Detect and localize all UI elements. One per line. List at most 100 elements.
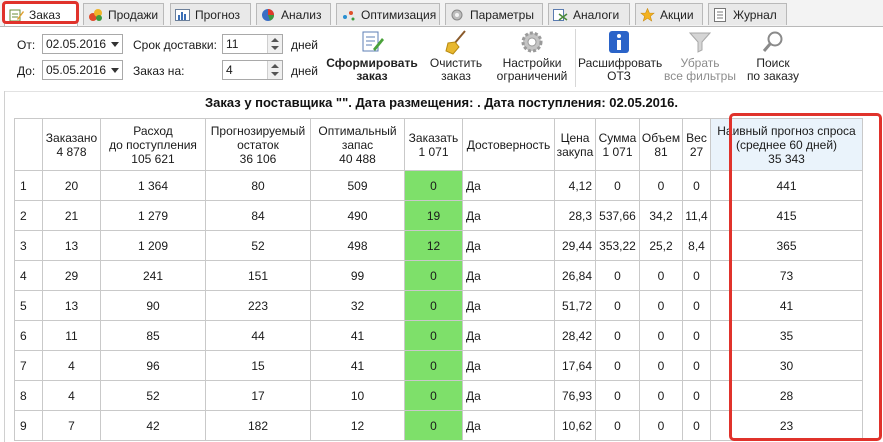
table-cell: 44 [205, 320, 311, 351]
table-row[interactable]: 8 4 52 17 10 0 Да 76,93 0 0 0 28 [14, 380, 863, 411]
table-cell: 415 [710, 200, 863, 231]
forecast-chart-icon [175, 8, 190, 22]
table-row[interactable]: 1 20 1 364 80 509 0 Да 4,12 0 0 0 441 [14, 170, 863, 201]
column-header[interactable]: Вес 27 [682, 118, 711, 171]
row-number-cell: 1 [14, 170, 43, 201]
table-cell: 26,84 [554, 260, 596, 291]
tab-forecast[interactable]: Прогноз [170, 3, 251, 25]
table-cell: 0 [639, 380, 683, 411]
table-cell: 23 [710, 410, 863, 441]
table-row[interactable]: 6 11 85 44 41 0 Да 28,42 0 0 0 35 [14, 320, 863, 351]
table-cell[interactable]: 0 [404, 170, 463, 201]
table-cell: 0 [639, 290, 683, 321]
table-cell: Да [462, 260, 555, 291]
column-title: Заказать [408, 130, 459, 145]
row-number-header [14, 118, 43, 171]
clear-order-button[interactable]: Очистить заказ [424, 29, 488, 87]
table-cell: 441 [710, 170, 863, 201]
table-cell: 0 [639, 320, 683, 351]
table-cell: 0 [639, 410, 683, 441]
row-number-cell: 9 [14, 410, 43, 441]
tab-parameters[interactable]: Параметры [445, 3, 543, 25]
table-cell[interactable]: 0 [404, 380, 463, 411]
to-date-combo[interactable]: 05.05.2016 [42, 60, 123, 80]
chevron-down-icon [111, 68, 119, 73]
table-cell: 52 [100, 380, 206, 411]
table-cell: 41 [310, 320, 405, 351]
table-cell: 0 [595, 350, 640, 381]
table-cell: 32 [310, 290, 405, 321]
table-row[interactable]: 3 13 1 209 52 498 12 Да 29,44 353,22 25,2 8,4 365 [14, 230, 863, 261]
tab-analogs[interactable]: Аналоги [548, 3, 630, 25]
table-cell: 17,64 [554, 350, 596, 381]
to-label: До: [17, 64, 36, 78]
table-cell: Да [462, 350, 555, 381]
table-cell: 21 [42, 200, 101, 231]
decode-otz-button[interactable]: Расшифровать ОТЗ [578, 29, 662, 87]
table-cell: 73 [710, 260, 863, 291]
table-cell: 1 364 [100, 170, 206, 201]
delivery-days-stepper[interactable]: 11 [222, 34, 283, 54]
column-title: до поступления [109, 137, 197, 152]
stepper-buttons[interactable] [267, 61, 282, 79]
table-cell[interactable]: 0 [404, 290, 463, 321]
table-cell: 13 [42, 290, 101, 321]
tab-journal[interactable]: Журнал [708, 3, 787, 25]
form-order-button[interactable]: Сформировать заказ [325, 29, 419, 87]
table-cell: 52 [205, 230, 311, 261]
limits-settings-button[interactable]: Настройки ограничений [493, 29, 571, 87]
table-row[interactable]: 7 4 96 15 41 0 Да 17,64 0 0 0 30 [14, 350, 863, 381]
search-order-button[interactable]: Поиск по заказу [741, 29, 805, 87]
column-header[interactable]: Расход до поступления 105 621 [100, 118, 206, 171]
table-cell: 0 [682, 410, 711, 441]
table-row[interactable]: 4 29 241 151 99 0 Да 26,84 0 0 0 73 [14, 260, 863, 291]
column-header[interactable]: Объем 81 [639, 118, 683, 171]
column-header[interactable]: Цена закупа [554, 118, 596, 171]
table-cell: 0 [639, 260, 683, 291]
table-cell: Да [462, 290, 555, 321]
toolbar: От: 02.05.2016 До: 05.05.2016 Срок доста… [0, 27, 883, 91]
table-cell: 0 [595, 410, 640, 441]
stepper-buttons[interactable] [267, 35, 282, 53]
order-for-days-stepper[interactable]: 4 [222, 60, 283, 80]
column-header[interactable]: Оптимальный запас 40 488 [310, 118, 405, 171]
order-grid: Заказано 4 878 Расход до поступления 105 621… [14, 118, 863, 441]
table-cell: 8,4 [682, 230, 711, 261]
tab-promotions[interactable]: Акции [635, 3, 703, 25]
tab-sales[interactable]: Продажи [83, 3, 164, 25]
table-row[interactable]: 9 7 42 182 12 0 Да 10,62 0 0 0 23 [14, 410, 863, 441]
table-cell[interactable]: 0 [404, 410, 463, 441]
table-row[interactable]: 2 21 1 279 84 490 19 Да 28,3 537,66 34,2 11,4 415 [14, 200, 863, 231]
column-total: 40 488 [339, 151, 376, 166]
table-cell[interactable]: 12 [404, 230, 463, 261]
table-cell: 353,22 [595, 230, 640, 261]
table-cell[interactable]: 19 [404, 200, 463, 231]
pie-chart-icon [261, 8, 276, 22]
table-cell[interactable]: 0 [404, 320, 463, 351]
tab-order[interactable]: Заказ [4, 2, 78, 26]
table-cell: Да [462, 230, 555, 261]
remove-filters-button[interactable]: Убрать все фильтры [664, 29, 736, 87]
column-header[interactable]: Сумма 1 071 [595, 118, 640, 171]
table-row[interactable]: 5 13 90 223 32 0 Да 51,72 0 0 0 41 [14, 290, 863, 321]
column-total: 36 106 [239, 151, 277, 166]
table-cell[interactable]: 0 [404, 260, 463, 291]
table-cell: 490 [310, 200, 405, 231]
column-header[interactable]: Заказать 1 071 [404, 118, 463, 171]
table-cell: 28,3 [554, 200, 596, 231]
table-cell: 0 [595, 380, 640, 411]
table-cell[interactable]: 0 [404, 350, 463, 381]
from-date-combo[interactable]: 02.05.2016 [42, 34, 123, 54]
tab-analysis[interactable]: Анализ [256, 3, 331, 25]
chevron-down-icon [111, 42, 119, 47]
column-header[interactable]: Прогнозируемый остаток 36 106 [205, 118, 311, 171]
tab-optimization[interactable]: Оптимизация [336, 3, 440, 25]
table-cell: 0 [682, 290, 711, 321]
column-header[interactable]: Наивный прогноз спроса (среднее 60 дней) 3… [710, 118, 863, 171]
search-icon [760, 29, 786, 55]
analogs-icon [553, 8, 568, 22]
column-header[interactable]: Достоверность [462, 118, 555, 171]
table-cell: 20 [42, 170, 101, 201]
row-number-cell: 7 [14, 350, 43, 381]
column-header[interactable]: Заказано 4 878 [42, 118, 101, 171]
